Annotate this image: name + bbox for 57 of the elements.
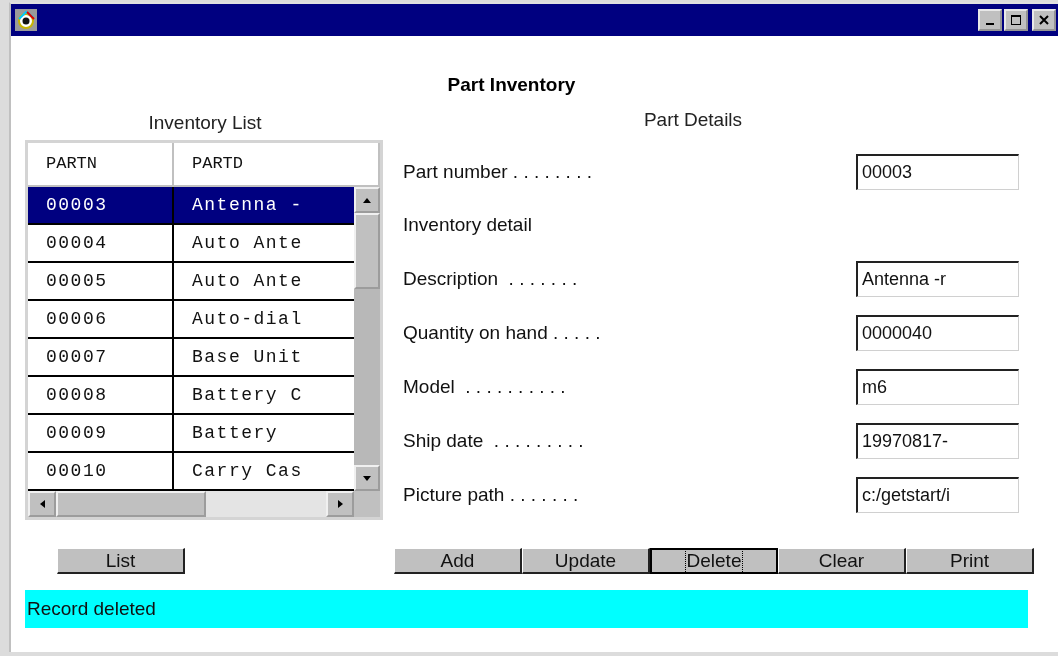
status-bar: Record deleted bbox=[25, 590, 1028, 628]
table-cell[interactable]: 00004 bbox=[28, 225, 174, 263]
group-label: Inventory detail bbox=[403, 214, 532, 236]
table-cell[interactable]: Auto Ante bbox=[174, 263, 354, 301]
scroll-thumb[interactable] bbox=[354, 213, 380, 289]
scroll-thumb[interactable] bbox=[56, 491, 206, 517]
app-icon[interactable] bbox=[15, 9, 37, 31]
field-label: Ship date . . . . . . . . . bbox=[403, 430, 584, 452]
field-label: Picture path . . . . . . . bbox=[403, 484, 579, 506]
table-cell[interactable]: Battery C bbox=[174, 377, 354, 415]
scroll-right-button[interactable] bbox=[326, 491, 354, 517]
form-title: Part Inventory bbox=[446, 74, 577, 97]
left-arrow-icon bbox=[39, 500, 45, 508]
table-cell[interactable]: Carry Cas bbox=[174, 453, 354, 491]
down-arrow-icon bbox=[363, 475, 371, 481]
close-button[interactable] bbox=[1032, 9, 1056, 31]
action-button[interactable]: Clear bbox=[778, 548, 906, 574]
action-button[interactable]: Add bbox=[394, 548, 522, 574]
vertical-scrollbar[interactable] bbox=[354, 187, 380, 491]
input-field[interactable]: Antenna -r bbox=[856, 261, 1019, 297]
scroll-left-button[interactable] bbox=[28, 491, 56, 517]
scroll-up-button[interactable] bbox=[354, 187, 380, 213]
field-label: Quantity on hand . . . . . bbox=[403, 322, 601, 344]
maximize-icon bbox=[1011, 15, 1021, 25]
close-icon bbox=[1039, 15, 1049, 25]
field-label: Part number . . . . . . . . bbox=[403, 160, 592, 183]
list-button[interactable]: List bbox=[57, 548, 185, 574]
section-heading: Inventory List bbox=[147, 112, 263, 134]
input-field[interactable]: 19970817- bbox=[856, 423, 1019, 459]
table-cell[interactable]: Antenna - bbox=[174, 187, 354, 225]
table-cell[interactable]: Auto-dial bbox=[174, 301, 354, 339]
right-arrow-icon bbox=[337, 500, 343, 508]
table-cell[interactable]: 00003 bbox=[28, 187, 174, 225]
input-field[interactable]: 0000040 bbox=[856, 315, 1019, 351]
up-arrow-icon bbox=[363, 197, 371, 203]
input-field[interactable]: c:/getstart/i bbox=[856, 477, 1019, 513]
action-button[interactable]: Delete bbox=[650, 548, 778, 574]
table-cell[interactable]: 00009 bbox=[28, 415, 174, 453]
table-cell[interactable]: 00007 bbox=[28, 339, 174, 377]
table-cell[interactable]: 00010 bbox=[28, 453, 174, 491]
scroll-down-button[interactable] bbox=[354, 465, 380, 491]
table-cell[interactable]: Auto Ante bbox=[174, 225, 354, 263]
minimize-icon bbox=[986, 23, 994, 25]
table-cell[interactable]: 00006 bbox=[28, 301, 174, 339]
table-cell[interactable]: 00005 bbox=[28, 263, 174, 301]
minimize-button[interactable] bbox=[978, 9, 1002, 31]
table-cell[interactable]: Base Unit bbox=[174, 339, 354, 377]
action-button[interactable]: Update bbox=[522, 548, 650, 574]
section-heading: Part Details bbox=[642, 109, 744, 132]
maximize-button[interactable] bbox=[1004, 9, 1028, 31]
input-field[interactable]: 00003 bbox=[856, 153, 1019, 190]
field-label: Model . . . . . . . . . . bbox=[403, 376, 566, 398]
table-cell[interactable]: Battery bbox=[174, 415, 354, 453]
field-label: Description . . . . . . . bbox=[403, 268, 578, 290]
table-cell[interactable]: 00008 bbox=[28, 377, 174, 415]
action-button[interactable]: Print bbox=[906, 548, 1034, 574]
input-field[interactable]: m6 bbox=[856, 369, 1019, 405]
